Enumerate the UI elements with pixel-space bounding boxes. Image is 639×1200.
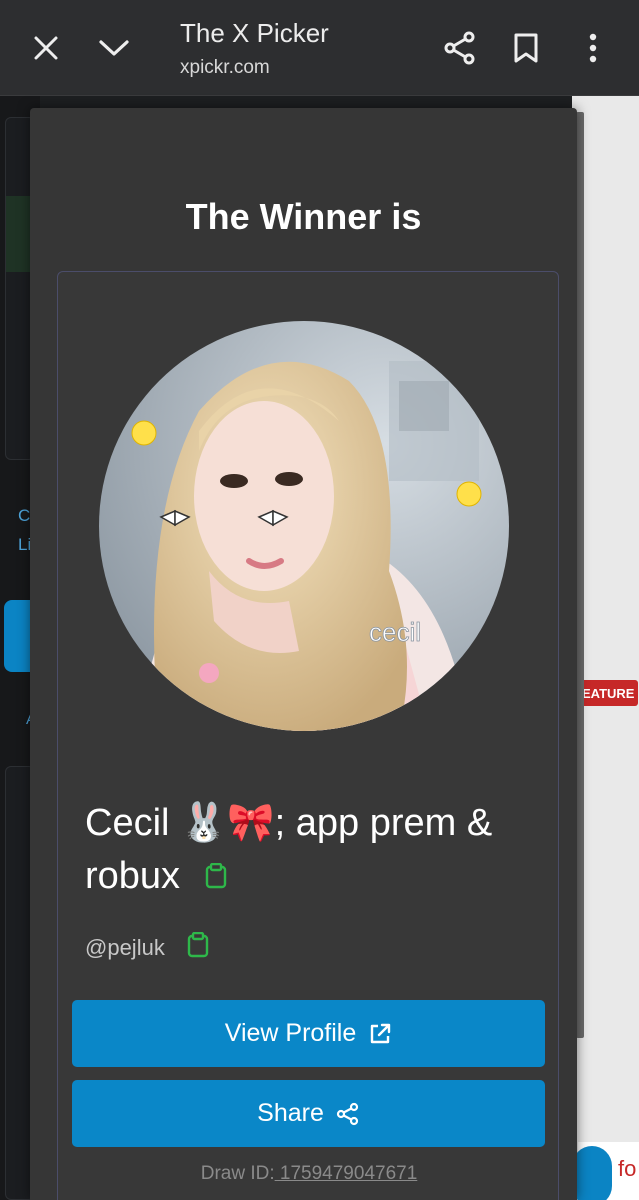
page-title: The X Picker: [180, 18, 329, 48]
copy-icon[interactable]: [205, 851, 227, 904]
avatar-sticker-text: cecil: [369, 617, 421, 647]
page-url[interactable]: xpickr.com: [180, 57, 270, 79]
view-profile-label: View Profile: [224, 1019, 357, 1047]
view-profile-button[interactable]: View Profile: [72, 1000, 545, 1067]
winner-name: Cecil 🐰🎀; app prem & robux: [85, 797, 535, 904]
winner-dialog: The Winner is cecil Cecil 🐰🎀; app prem &…: [30, 108, 577, 1200]
winner-avatar[interactable]: cecil: [99, 321, 509, 731]
copy-icon[interactable]: [187, 931, 209, 963]
widget-circle: [572, 1146, 612, 1200]
share-icon: [336, 1102, 358, 1125]
share-icon[interactable]: [438, 26, 482, 70]
chevron-down-icon[interactable]: [92, 26, 136, 70]
share-label: Share: [257, 1099, 324, 1127]
winner-name-text: Cecil 🐰🎀; app prem & robux: [85, 802, 493, 897]
feature-badge: EATURE: [578, 680, 639, 706]
scrollbar[interactable]: [576, 112, 584, 1038]
dialog-heading: The Winner is: [185, 196, 422, 237]
more-vert-icon[interactable]: [571, 26, 615, 70]
draw-id-link[interactable]: 1759479047671: [275, 1163, 417, 1184]
external-link-icon: [371, 1023, 391, 1043]
draw-id: Draw ID: 1759479047671: [58, 1163, 560, 1185]
browser-toolbar: The X Picker xpickr.com: [0, 0, 639, 96]
widget-text: fo: [618, 1156, 637, 1181]
background-text: C: [18, 506, 31, 525]
winner-card: cecil Cecil 🐰🎀; app prem & robux @pejluk…: [57, 271, 559, 1200]
winner-handle-row: @pejluk: [85, 931, 209, 963]
bookmark-icon[interactable]: [504, 26, 548, 70]
winner-handle: @pejluk: [85, 934, 165, 960]
share-button[interactable]: Share: [72, 1080, 545, 1147]
draw-id-label: Draw ID:: [200, 1163, 275, 1184]
close-icon[interactable]: [24, 26, 68, 70]
background-widget: fo: [572, 1142, 639, 1200]
